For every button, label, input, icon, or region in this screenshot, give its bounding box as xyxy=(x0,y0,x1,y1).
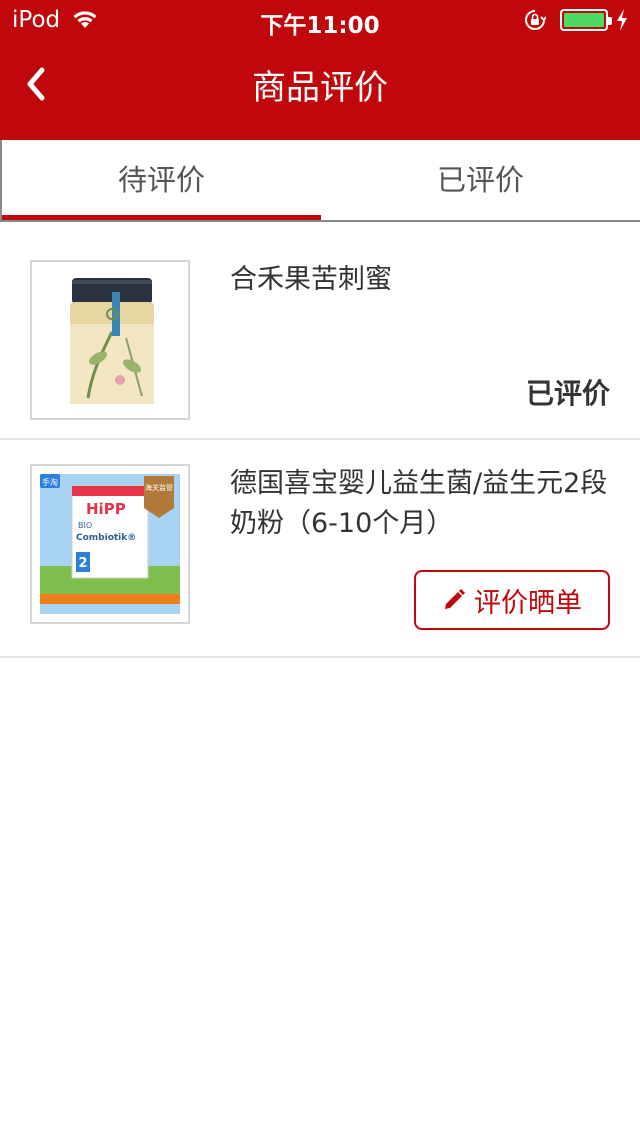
battery-icon xyxy=(560,9,612,31)
customs-badge: 海关监管 xyxy=(145,483,173,492)
stage-number: 2 xyxy=(78,556,87,571)
honey-jar-image xyxy=(32,262,188,418)
battery-tip xyxy=(608,17,612,25)
status-bar: iPod 下午11:00 xyxy=(0,0,640,40)
status-right xyxy=(524,8,628,32)
formula-box-image: 手淘 HiPP BIO Combiotik® 2 海关监管 xyxy=(32,466,188,622)
corner-tag: 手淘 xyxy=(42,477,58,487)
write-review-label: 评价晒单 xyxy=(474,587,582,619)
charging-bolt-icon xyxy=(617,9,627,31)
product-image[interactable] xyxy=(30,260,190,420)
pencil-icon xyxy=(445,589,465,609)
tab-pending-review[interactable]: 待评价 xyxy=(0,140,321,220)
tab-bar: 待评价 已评价 xyxy=(0,140,640,222)
active-tab-indicator xyxy=(2,215,321,220)
combiotik-text: Combiotik® xyxy=(76,533,136,543)
battery-fill xyxy=(564,13,604,27)
list-item[interactable]: 合禾果苦刺蜜 已评价 xyxy=(0,222,640,440)
page-title: 商品评价 xyxy=(252,68,388,108)
bio-text: BIO xyxy=(78,521,92,530)
tab-label: 待评价 xyxy=(117,163,205,197)
tab-reviewed[interactable]: 已评价 xyxy=(321,140,640,220)
write-review-button[interactable]: 评价晒单 xyxy=(414,570,610,630)
brand-text: HiPP xyxy=(86,500,126,518)
product-image[interactable]: 手淘 HiPP BIO Combiotik® 2 海关监管 xyxy=(30,464,190,624)
tab-label: 已评价 xyxy=(436,163,524,197)
product-name[interactable]: 合禾果苦刺蜜 xyxy=(230,260,610,300)
review-status: 已评价 xyxy=(525,377,610,410)
rotation-lock-icon xyxy=(525,10,546,30)
nav-bar: 商品评价 xyxy=(0,40,640,140)
product-list: 合禾果苦刺蜜 已评价 手淘 HiPP BIO Combiotik® 2 海关监管 xyxy=(0,222,640,658)
product-name[interactable]: 德国喜宝婴儿益生菌/益生元2段奶粉（6-10个月） xyxy=(230,464,610,544)
list-item[interactable]: 手淘 HiPP BIO Combiotik® 2 海关监管 德国喜宝婴儿益生菌/… xyxy=(0,440,640,658)
